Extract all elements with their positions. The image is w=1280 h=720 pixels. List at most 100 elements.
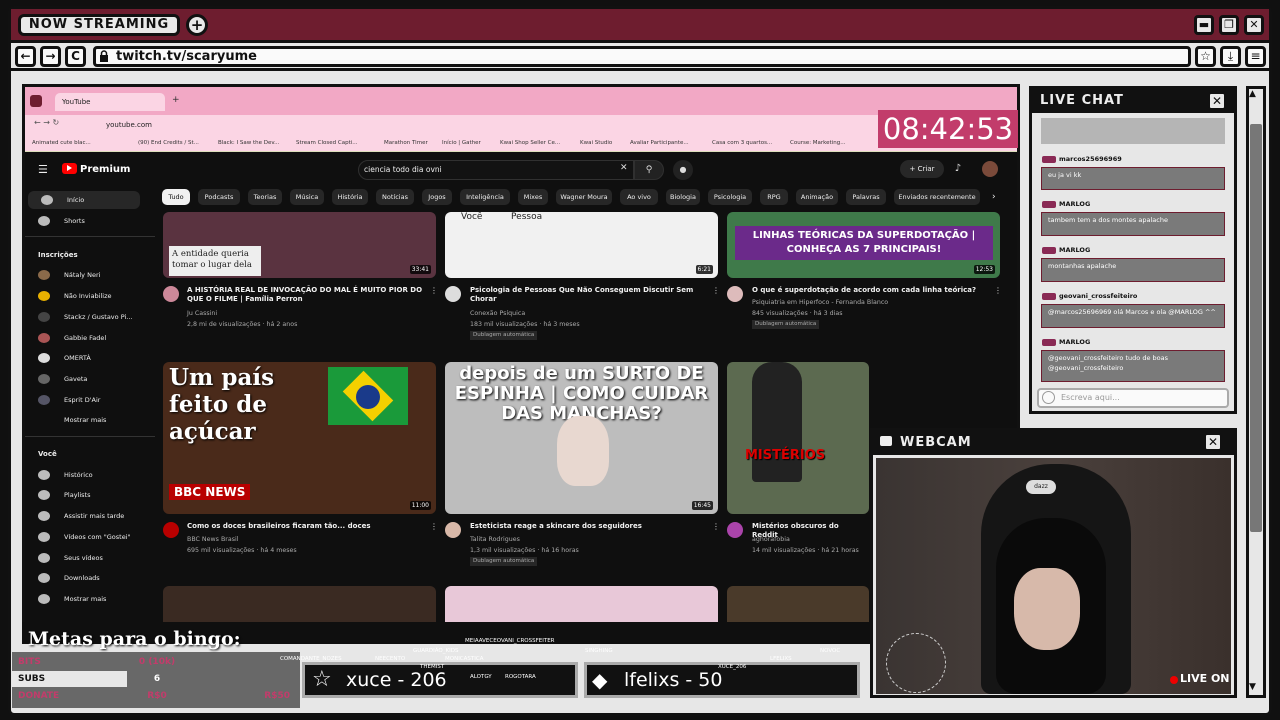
chip[interactable]: Jogos <box>422 189 452 205</box>
close-icon[interactable]: ✕ <box>1204 433 1222 451</box>
search-icon[interactable]: ⚲ <box>634 160 664 180</box>
more-options-icon[interactable]: ⋮ <box>430 522 438 531</box>
bookmark-item[interactable]: Avaliar Participante... <box>630 136 689 151</box>
maximize-button[interactable]: ❐ <box>1219 15 1239 35</box>
more-options-icon[interactable]: ⋮ <box>712 522 720 531</box>
bookmark-item[interactable]: Stream Closed Capti... <box>296 136 358 151</box>
chip[interactable]: Biologia <box>666 189 700 205</box>
subscription-item[interactable]: Esprit D'Air <box>25 391 155 409</box>
scroll-up-icon[interactable]: ▲ <box>1249 89 1256 99</box>
chip[interactable]: Psicologia <box>708 189 752 205</box>
sidebar-item-your-videos[interactable]: Seus vídeos <box>25 549 155 567</box>
video-channel[interactable]: BBC News Brasil <box>187 535 239 544</box>
chip-tudo[interactable]: Tudo <box>162 189 190 205</box>
clear-search-icon[interactable]: ✕ <box>620 163 628 173</box>
browser-url-text[interactable]: youtube.com <box>106 115 152 135</box>
video-channel[interactable]: aghorafobia <box>752 535 790 544</box>
chip[interactable]: RPG <box>760 189 788 205</box>
close-button[interactable]: ✕ <box>1244 15 1264 35</box>
show-more-subscriptions[interactable]: Mostrar mais <box>25 411 155 429</box>
download-icon[interactable]: ⤓ <box>1220 46 1241 67</box>
chip[interactable]: Notícias <box>376 189 414 205</box>
bookmark-item[interactable]: Casa com 3 quartos... <box>712 136 772 151</box>
browser-nav-icons[interactable]: ← → ↻ <box>34 118 59 127</box>
video-title[interactable]: O que é superdotação de acordo com cada … <box>752 286 992 295</box>
sidebar-item-inicio[interactable]: Início <box>28 191 140 209</box>
subscription-item[interactable]: Stackz / Gustavo Pi... <box>25 308 155 326</box>
subscription-item[interactable]: Não Inviabilize <box>25 287 155 305</box>
chip[interactable]: Podcasts <box>198 189 240 205</box>
bookmark-item[interactable]: Kwai Studio <box>580 136 612 151</box>
sidebar-item-history[interactable]: Histórico <box>25 466 155 484</box>
back-button[interactable]: ← <box>15 46 36 67</box>
bookmark-item[interactable]: (90) End Credits / St... <box>138 136 199 151</box>
you-header[interactable]: Você <box>25 445 155 463</box>
chip[interactable]: Inteligência <box>460 189 510 205</box>
video-channel[interactable]: Talita Rodrigues <box>470 535 520 544</box>
channel-avatar[interactable] <box>163 286 179 302</box>
sidebar-item-show-more[interactable]: Mostrar mais <box>25 590 155 608</box>
video-title[interactable]: Psicologia de Pessoas Que Não Conseguem … <box>470 286 700 304</box>
more-options-icon[interactable]: ⋮ <box>994 286 1002 295</box>
bookmark-item[interactable]: Animated cute blac... <box>32 136 91 151</box>
more-options-icon[interactable]: ⋮ <box>430 286 438 295</box>
minimize-button[interactable]: ▬ <box>1194 15 1214 35</box>
close-icon[interactable]: ✕ <box>1208 92 1226 110</box>
video-channel[interactable]: Psiquiatria em Hiperfoco - Fernanda Blan… <box>752 298 888 307</box>
video-channel[interactable]: Ju Cassini <box>187 309 217 318</box>
avatar[interactable] <box>982 161 998 177</box>
video-title[interactable]: Esteticista reage a skincare dos seguido… <box>470 522 700 531</box>
video-channel[interactable]: Conexão Psíquica <box>470 309 525 318</box>
scroll-down-icon[interactable]: ▼ <box>1249 682 1256 692</box>
chevron-right-icon[interactable]: › <box>992 192 996 202</box>
subscriptions-header[interactable]: Inscrições <box>25 246 155 264</box>
video-thumbnail[interactable]: LINHAS TEÓRICAS DA SUPERDOTAÇÃO | CONHEÇ… <box>727 212 1000 278</box>
sidebar-item-watch-later[interactable]: Assistir mais tarde <box>25 507 155 525</box>
menu-icon[interactable]: ≡ <box>1245 46 1266 67</box>
reload-button[interactable]: C <box>65 46 86 67</box>
video-thumbnail[interactable]: Um país feito de açúcar BBC NEWS 11:00 <box>163 362 436 514</box>
forward-button[interactable]: → <box>40 46 61 67</box>
chip[interactable]: Palavras <box>846 189 886 205</box>
chip[interactable]: Mixes <box>518 189 548 205</box>
create-button[interactable]: + Criar <box>900 160 944 178</box>
scroll-thumb[interactable] <box>1250 124 1262 532</box>
video-thumbnail[interactable]: depois de um SURTO DE ESPINHA | COMO CUI… <box>445 362 718 514</box>
chip[interactable]: Wagner Moura <box>556 189 612 205</box>
sidebar-item-shorts[interactable]: Shorts <box>25 212 155 230</box>
chip[interactable]: Música <box>290 189 324 205</box>
star-icon[interactable]: ☆ <box>1195 46 1216 67</box>
video-title[interactable]: A HISTÓRIA REAL DE INVOCAÇÃO DO MAL É MU… <box>187 286 427 304</box>
chip[interactable]: Enviados recentemente <box>894 189 980 205</box>
sidebar-item-playlists[interactable]: Playlists <box>25 486 155 504</box>
subscription-item[interactable]: Nátaly Neri <box>25 266 155 284</box>
tab-menu-icon[interactable] <box>30 95 42 107</box>
subscription-item[interactable]: Gabbie Fadel <box>25 329 155 347</box>
bookmark-item[interactable]: Início | Gather <box>442 136 481 151</box>
tab-youtube[interactable]: YouTube <box>55 93 165 111</box>
video-thumbnail[interactable]: A entidade queria tomar o lugar dela 33:… <box>163 212 436 278</box>
bookmark-item[interactable]: Black: I Saw the Dev... <box>218 136 279 151</box>
mic-icon[interactable]: ● <box>673 160 693 180</box>
video-thumbnail[interactable]: MISTÉRIOS <box>727 362 869 514</box>
channel-avatar[interactable] <box>445 286 461 302</box>
channel-avatar[interactable] <box>445 522 461 538</box>
emoji-icon[interactable] <box>1042 391 1055 404</box>
chat-input[interactable]: Escreva aqui... <box>1037 388 1229 408</box>
add-tab-button[interactable]: + <box>186 14 208 36</box>
video-title[interactable]: Como os doces brasileiros ficaram tão...… <box>187 522 427 531</box>
subscription-item[interactable]: Gaveta <box>25 370 155 388</box>
bell-icon[interactable]: ♪ <box>950 161 966 177</box>
chip[interactable]: História <box>332 189 368 205</box>
chip[interactable]: Ao vivo <box>620 189 658 205</box>
channel-avatar[interactable] <box>163 522 179 538</box>
bookmark-item[interactable]: Kwai Shop Seller Ce... <box>500 136 560 151</box>
chip[interactable]: Animação <box>796 189 838 205</box>
more-options-icon[interactable]: ⋮ <box>712 286 720 295</box>
sidebar-item-downloads[interactable]: Downloads <box>25 569 155 587</box>
bookmark-item[interactable]: Course: Marketing... <box>790 136 845 151</box>
hamburger-icon[interactable]: ☰ <box>38 163 48 176</box>
youtube-search-input[interactable]: ciencia todo dia ovni <box>358 160 634 180</box>
subscription-item[interactable]: OMERTÀ <box>25 349 155 367</box>
video-thumbnail[interactable]: Você Pessoa 6:21 <box>445 212 718 278</box>
